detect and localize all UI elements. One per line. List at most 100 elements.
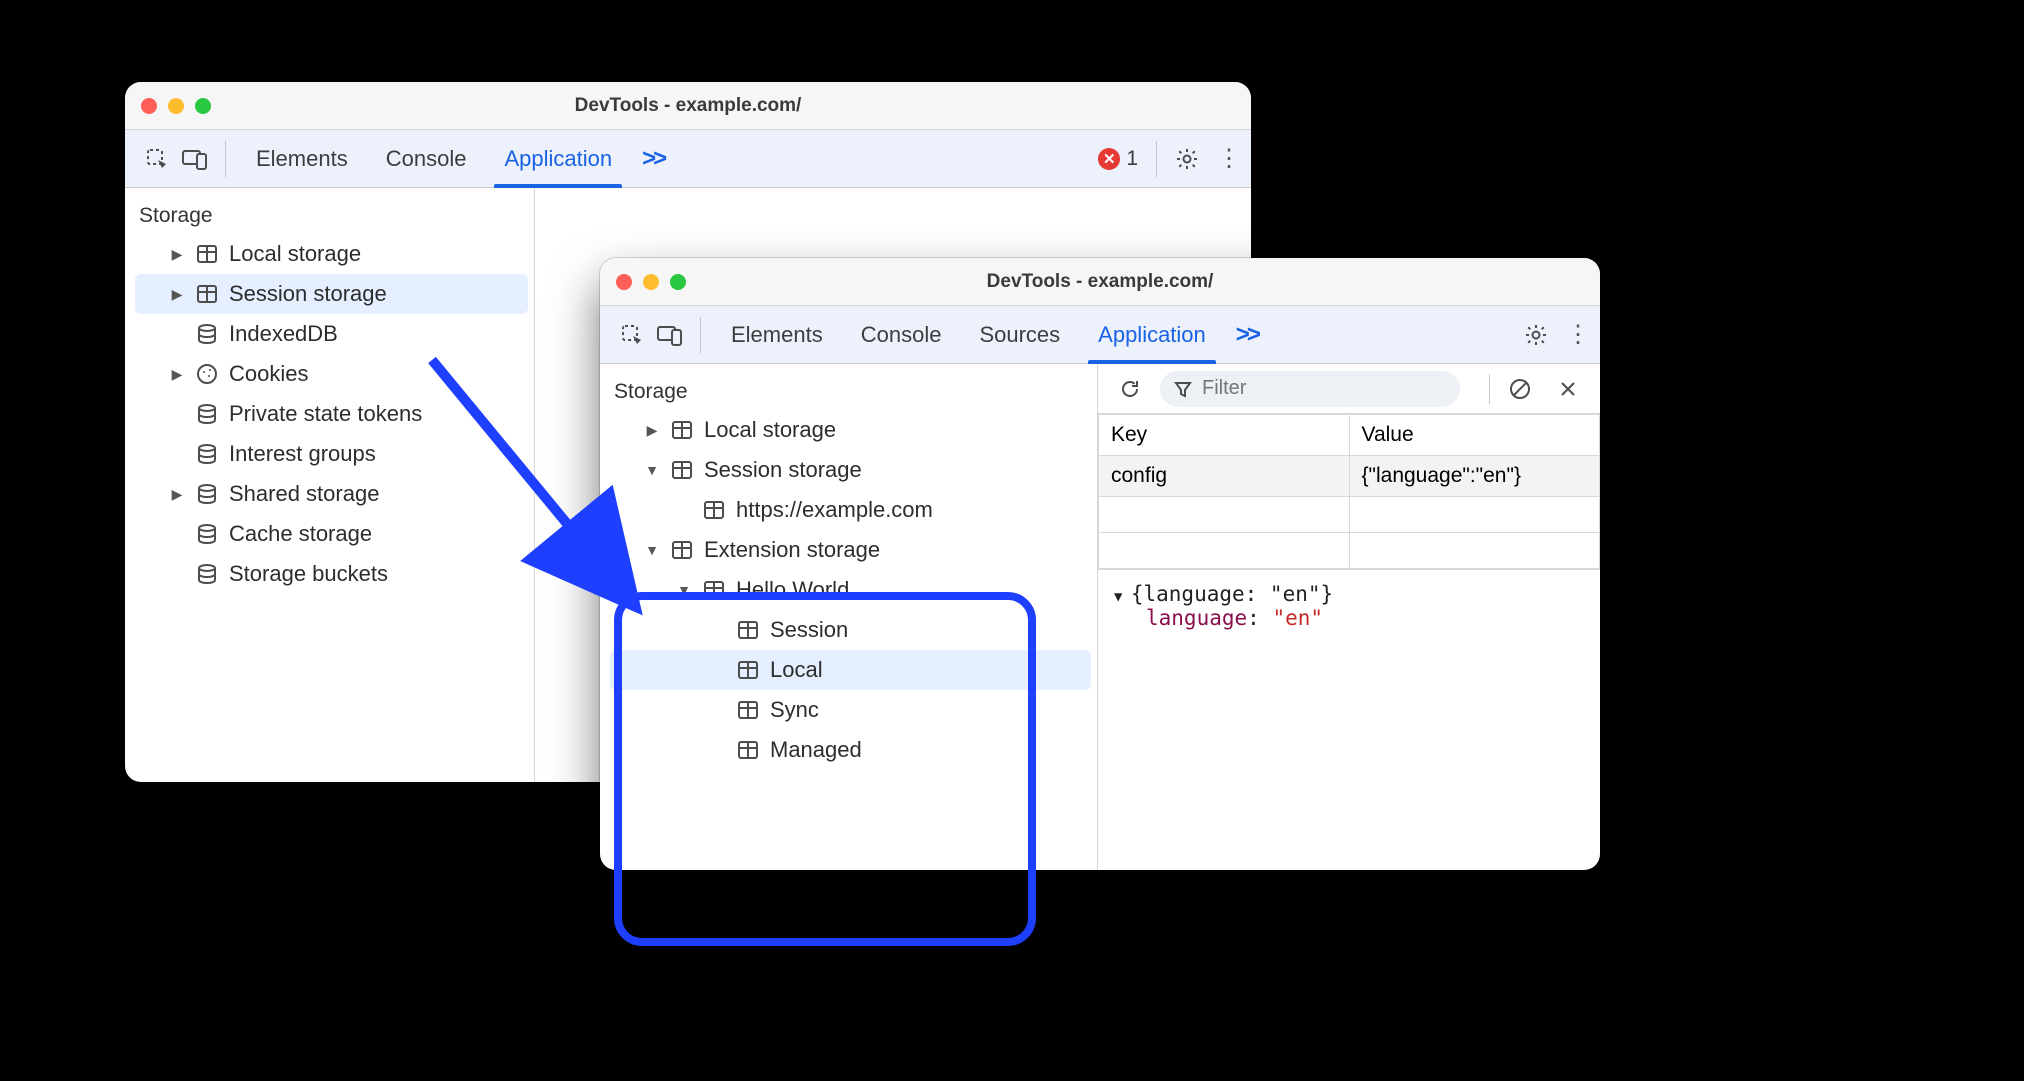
sidebar-item-ext-session[interactable]: Session [610, 610, 1091, 650]
sidebar-item-label: Storage buckets [229, 561, 388, 587]
tab-application[interactable]: Application [1080, 306, 1224, 364]
tab-console[interactable]: Console [843, 306, 960, 364]
more-tabs-icon[interactable]: >> [1226, 321, 1268, 349]
refresh-icon[interactable] [1112, 371, 1148, 407]
database-icon [195, 522, 219, 546]
cell-value: {"language":"en"} [1349, 456, 1600, 497]
sidebar-item-local-storage[interactable]: ▶ Local storage [610, 410, 1091, 450]
database-icon [195, 482, 219, 506]
filter-input[interactable]: Filter [1160, 371, 1460, 407]
sidebar-item-label: Interest groups [229, 441, 376, 467]
sidebar-item-extension-storage[interactable]: ▼ Extension storage [610, 530, 1091, 570]
sidebar-item-session-storage[interactable]: ▶ Session storage [135, 274, 528, 314]
inspect-icon[interactable] [139, 141, 175, 177]
sidebar-item-hello-world[interactable]: ▼ Hello World [610, 570, 1091, 610]
object-viewer: ▼ {language: "en"} language: "en" [1098, 569, 1600, 642]
tabbar: Elements Console Sources Application >> … [600, 306, 1600, 364]
kebab-icon[interactable]: ⋮ [1207, 144, 1251, 173]
sidebar-item-label: Shared storage [229, 481, 379, 507]
minimize-window-button[interactable] [168, 98, 184, 114]
table-icon [670, 538, 694, 562]
table-icon [736, 738, 760, 762]
viewer-summary-row[interactable]: ▼ {language: "en"} [1114, 582, 1584, 606]
tab-elements[interactable]: Elements [238, 130, 366, 188]
sidebar-item-cache-storage[interactable]: Cache storage [135, 514, 528, 554]
sidebar-item-local-storage[interactable]: ▶ Local storage [135, 234, 528, 274]
close-window-button[interactable] [616, 274, 632, 290]
minimize-window-button[interactable] [643, 274, 659, 290]
separator [1489, 374, 1490, 404]
table-row-empty[interactable] [1099, 497, 1600, 533]
tabbar: Elements Console Application >> ✕ 1 ⋮ [125, 130, 1251, 188]
chevron-down-icon: ▼ [644, 542, 660, 558]
gear-icon[interactable] [1518, 317, 1554, 353]
sidebar-item-cookies[interactable]: ▶ Cookies [135, 354, 528, 394]
kebab-icon[interactable]: ⋮ [1556, 320, 1600, 349]
sidebar-item-session-storage[interactable]: ▼ Session storage [610, 450, 1091, 490]
window-title: DevTools - example.com/ [125, 95, 1251, 117]
chevron-down-icon: ▼ [676, 582, 692, 598]
sidebar-item-label: Session storage [229, 281, 387, 307]
filter-icon [1174, 380, 1192, 398]
device-toolbar-icon[interactable] [177, 141, 213, 177]
inspect-icon[interactable] [614, 317, 650, 353]
sidebar-item-label: Local storage [229, 241, 361, 267]
sidebar-item-label: Sync [770, 697, 819, 723]
error-count[interactable]: ✕ 1 [1098, 147, 1138, 171]
sidebar-item-label: Local storage [704, 417, 836, 443]
storage-viewer: Filter Key Value [1098, 364, 1600, 870]
tab-console[interactable]: Console [368, 130, 485, 188]
cookie-icon [195, 362, 219, 386]
tab-application[interactable]: Application [486, 130, 630, 188]
table-icon [702, 498, 726, 522]
storage-table: Key Value config {"language":"en"} [1098, 414, 1600, 569]
viewer-summary: {language: "en"} [1131, 582, 1333, 606]
sidebar-item-label: https://example.com [736, 497, 933, 523]
sidebar-item-label: IndexedDB [229, 321, 338, 347]
tab-elements[interactable]: Elements [713, 306, 841, 364]
sidebar-item-ext-local[interactable]: Local [610, 650, 1091, 690]
zoom-window-button[interactable] [670, 274, 686, 290]
col-value[interactable]: Value [1349, 415, 1600, 456]
sidebar-item-storage-buckets[interactable]: Storage buckets [135, 554, 528, 594]
device-toolbar-icon[interactable] [652, 317, 688, 353]
zoom-window-button[interactable] [195, 98, 211, 114]
chevron-right-icon: ▶ [169, 366, 185, 383]
table-icon [195, 242, 219, 266]
separator [700, 317, 701, 353]
table-icon [736, 698, 760, 722]
clear-all-icon[interactable] [1502, 371, 1538, 407]
sidebar-item-session-origin[interactable]: https://example.com [610, 490, 1091, 530]
delete-icon[interactable] [1550, 371, 1586, 407]
gear-icon[interactable] [1169, 141, 1205, 177]
chevron-down-icon: ▼ [1114, 589, 1131, 605]
sidebar-item-label: Local [770, 657, 823, 683]
sidebar-item-private-state-tokens[interactable]: Private state tokens [135, 394, 528, 434]
table-icon [670, 418, 694, 442]
storage-toolbar: Filter [1098, 364, 1600, 414]
database-icon [195, 442, 219, 466]
cell-key: config [1099, 456, 1350, 497]
sidebar-item-label: Cookies [229, 361, 308, 387]
sidebar-item-interest-groups[interactable]: Interest groups [135, 434, 528, 474]
viewer-property-row[interactable]: language: "en" [1114, 606, 1584, 630]
table-row[interactable]: config {"language":"en"} [1099, 456, 1600, 497]
database-icon [195, 322, 219, 346]
col-key[interactable]: Key [1099, 415, 1350, 456]
chevron-right-icon: ▶ [644, 422, 660, 439]
section-storage: Storage [610, 378, 1091, 410]
sidebar-item-ext-sync[interactable]: Sync [610, 690, 1091, 730]
sidebar-item-shared-storage[interactable]: ▶ Shared storage [135, 474, 528, 514]
close-window-button[interactable] [141, 98, 157, 114]
error-icon: ✕ [1098, 148, 1120, 170]
sidebar-item-ext-managed[interactable]: Managed [610, 730, 1091, 770]
separator [225, 141, 226, 177]
panel-body: Storage ▶ Local storage ▼ Session storag… [600, 364, 1600, 870]
sidebar-item-indexeddb[interactable]: IndexedDB [135, 314, 528, 354]
more-tabs-icon[interactable]: >> [632, 145, 674, 173]
table-row-empty[interactable] [1099, 533, 1600, 569]
error-count-value: 1 [1126, 147, 1138, 171]
tab-sources[interactable]: Sources [961, 306, 1078, 364]
chevron-right-icon: ▶ [169, 286, 185, 303]
devtools-window-b: DevTools - example.com/ Elements Console… [600, 258, 1600, 870]
